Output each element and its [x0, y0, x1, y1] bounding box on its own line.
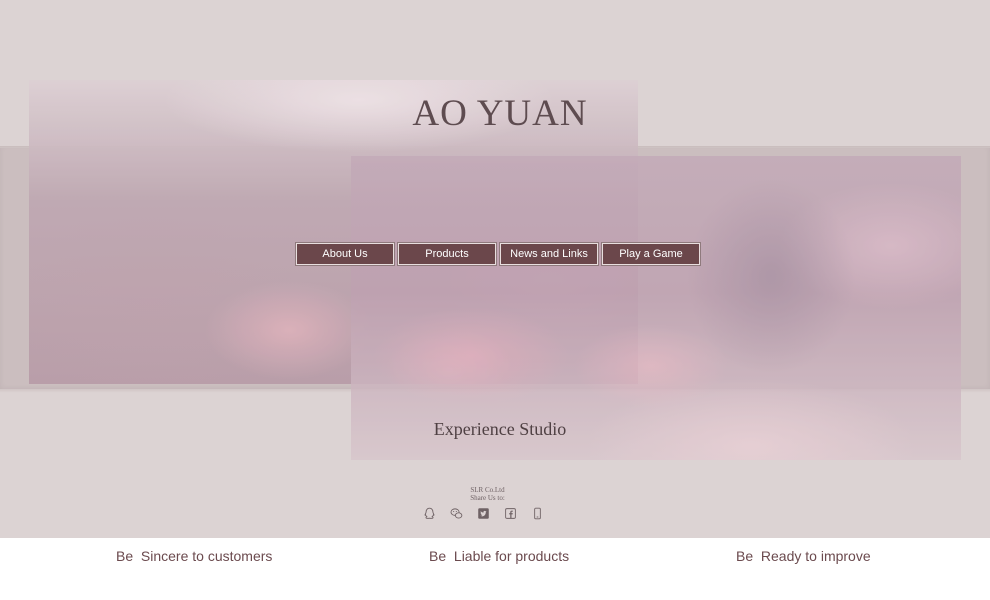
- mobile-icon[interactable]: [530, 506, 545, 521]
- share-label: Share Us to:: [470, 494, 505, 502]
- nav-news-links-button[interactable]: News and Links: [499, 242, 599, 266]
- wechat-icon[interactable]: [449, 506, 464, 521]
- motto-sincere: Be Sincere to customers: [116, 548, 273, 564]
- company-name: SLR Co.Ltd: [470, 486, 505, 494]
- site-title: AO YUAN: [412, 93, 588, 134]
- nav-products-button[interactable]: Products: [397, 242, 497, 266]
- motto-ready: Be Ready to improve: [736, 548, 871, 564]
- hero-section: AO YUAN About Us Products News and Links…: [0, 0, 990, 538]
- facebook-icon[interactable]: [503, 506, 518, 521]
- twitter-icon[interactable]: [476, 506, 491, 521]
- nav-play-game-button[interactable]: Play a Game: [601, 242, 701, 266]
- studio-subtitle: Experience Studio: [433, 419, 567, 439]
- nav-about-us-button[interactable]: About Us: [295, 242, 395, 266]
- motto-liable: Be Liable for products: [429, 548, 570, 564]
- share-icons: [422, 506, 545, 521]
- motto-bar: Be Sincere to customers Be Liable for pr…: [0, 538, 990, 600]
- cloud-image-right: [351, 156, 961, 460]
- qq-icon[interactable]: [422, 506, 437, 521]
- main-nav: About Us Products News and Links Play a …: [295, 242, 701, 266]
